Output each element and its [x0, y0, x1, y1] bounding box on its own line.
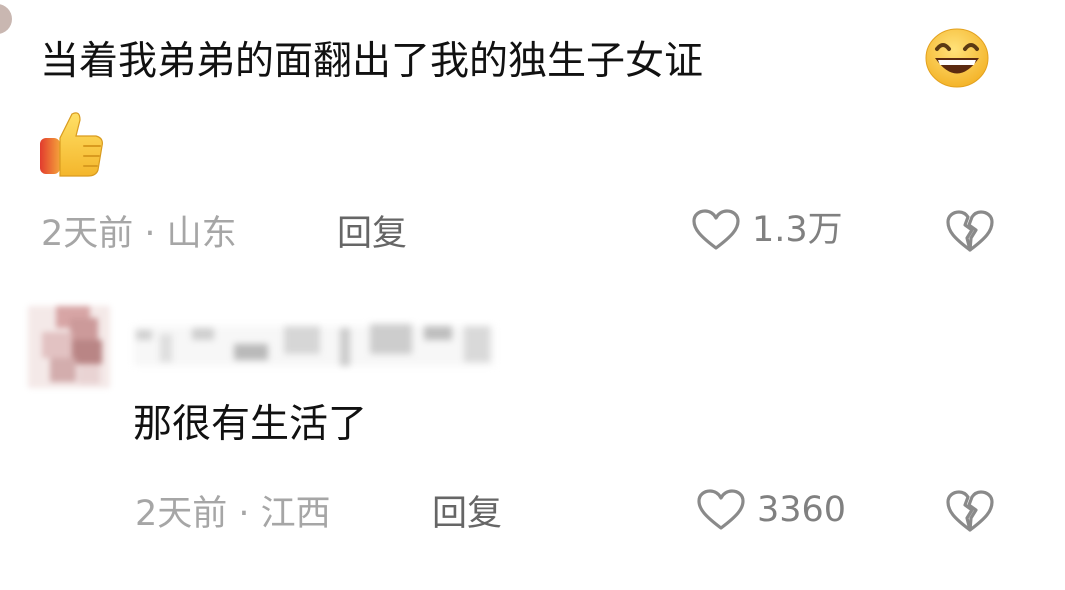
avatar[interactable]: [28, 306, 110, 388]
heart-icon: [697, 489, 745, 530]
like-count: 3360: [757, 489, 847, 530]
like-count: 1.3万: [752, 209, 843, 250]
username[interactable]: [134, 320, 494, 368]
thumbs-up-icon: [40, 112, 103, 177]
reply-button[interactable]: 回复: [432, 497, 502, 532]
grinning-face-icon: [925, 28, 989, 88]
broken-heart-icon[interactable]: [944, 208, 996, 254]
like-button[interactable]: 3360: [695, 488, 846, 532]
comment-text: 当着我弟弟的面翻出了我的独生子女证: [40, 39, 704, 84]
comment-text: 那很有生活了: [133, 402, 368, 447]
broken-heart-icon[interactable]: [944, 488, 996, 534]
reply-button[interactable]: 回复: [337, 217, 407, 252]
avatar[interactable]: [0, 4, 12, 34]
comment-time-location: 2天前 · 山东: [41, 214, 237, 254]
like-button[interactable]: 1.3万: [690, 208, 843, 252]
heart-icon: [692, 209, 740, 250]
comment-time-location: 2天前 · 江西: [135, 494, 331, 534]
